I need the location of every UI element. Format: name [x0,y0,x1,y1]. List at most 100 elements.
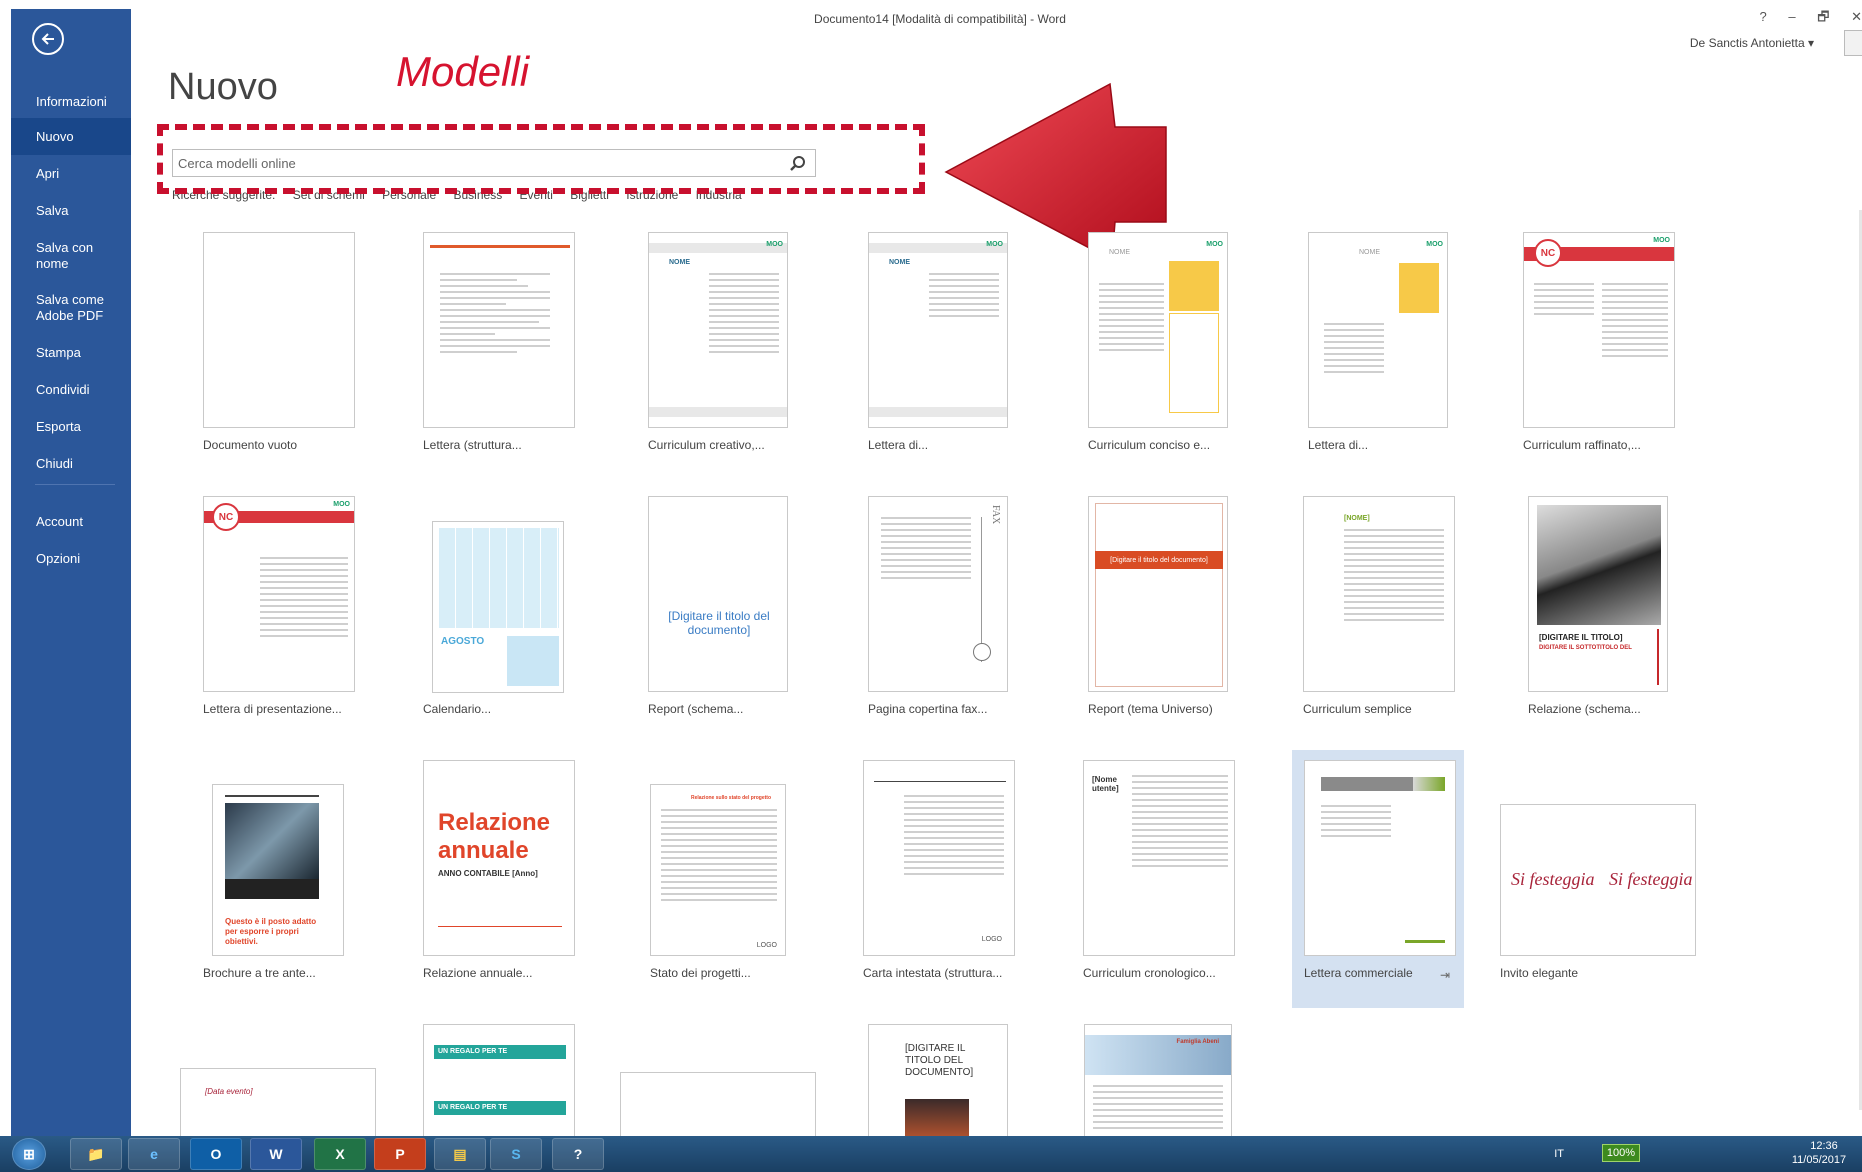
file-explorer-icon[interactable]: 📁 [70,1138,122,1170]
battery-indicator[interactable]: 100% [1601,1144,1640,1162]
template-thumbnail: [Data evento] [180,1068,376,1138]
template-lettera-struttura[interactable]: Lettera (struttura... [408,222,608,467]
template-thumbnail: NC MOO [1523,232,1675,428]
template-curriculum-semplice[interactable]: [NOME] Curriculum semplice [1288,486,1488,731]
page-title: Nuovo [168,66,278,108]
nav-chiudi[interactable]: Chiudi [11,456,131,472]
outlook-icon[interactable]: O [190,1138,242,1170]
template-thumbnail: NC MOO [203,496,355,692]
template-thumbnail: Famiglia Abeni [1084,1024,1232,1138]
restore-button[interactable]: 🗗 [1817,9,1829,24]
nav-informazioni[interactable]: Informazioni [11,92,131,112]
template-thumbnail: Questo è il posto adatto per esporre i p… [212,784,344,956]
template-label: Carta intestata (struttura... [863,966,1003,980]
clock-date[interactable]: 11/05/2017 [1784,1154,1854,1166]
word-icon[interactable]: W [250,1138,302,1170]
skype-icon[interactable]: S [490,1138,542,1170]
template-report-schema[interactable]: [Digitare il titolo del documento] Repor… [628,486,828,731]
thumb-title: [Digitare il titolo del documento] [1095,551,1223,569]
nav-condividi[interactable]: Condividi [11,382,131,398]
language-indicator[interactable]: IT [1554,1148,1564,1160]
nav-salva[interactable]: Salva [11,203,131,219]
pin-icon[interactable]: ⇥ [1440,968,1450,982]
thumb-body: [Data evento] [205,1087,253,1096]
template-thumbnail [423,232,575,428]
thumb-heading: NOME [1109,249,1130,256]
powerpoint-icon[interactable]: P [374,1138,426,1170]
template-label: Pagina copertina fax... [868,702,988,716]
template-partial-5[interactable]: Famiglia Abeni [1068,1014,1268,1138]
template-relazione-annuale[interactable]: Relazione annuale ANNO CONTABILE [Anno] … [408,750,608,995]
template-carta-intestata[interactable]: LOGO Carta intestata (struttura... [848,750,1048,995]
nav-account[interactable]: Account [11,514,131,530]
template-partial-3[interactable] [616,1014,816,1138]
template-partial-2[interactable]: UN REGALO PER TE UN REGALO PER TE [408,1014,608,1138]
excel-icon[interactable]: X [314,1138,366,1170]
back-arrow-icon[interactable] [32,23,64,55]
thumb-subtitle: ANNO CONTABILE [Anno] [438,869,538,878]
windows-taskbar: ⊞ 📁 e O W X P ▤ S ? IT 100% 12:36 11/05/… [0,1136,1862,1172]
windows-start-icon[interactable]: ⊞ [12,1138,46,1170]
folder-icon[interactable]: ▤ [434,1138,486,1170]
template-thumbnail: Relazione sullo stato del progetto LOGO [650,784,786,956]
template-label: Invito elegante [1500,966,1579,980]
minimize-button[interactable]: – [1788,9,1795,24]
annotation-dashed-box [157,124,925,194]
template-label: Lettera commerciale [1304,966,1413,980]
logo-placeholder: LOGO [756,942,777,949]
template-documento-vuoto[interactable]: Documento vuoto [188,222,388,467]
template-label: Curriculum cronologico... [1083,966,1216,980]
moo-logo: MOO [1206,241,1223,248]
template-brochure-tre-ante[interactable]: Questo è il posto adatto per esporre i p… [188,750,388,995]
template-partial-4[interactable]: [DIGITARE IL TITOLO DEL DOCUMENTO] [848,1014,1048,1138]
template-pagina-copertina-fax[interactable]: FAX Pagina copertina fax... [848,486,1048,731]
template-thumbnail [620,1072,816,1138]
template-label: Curriculum creativo,... [648,438,765,452]
moo-logo: MOO [333,501,350,508]
template-label: Calendario... [423,702,492,716]
user-account-name[interactable]: De Sanctis Antonietta ▾ [1690,36,1814,50]
template-calendario[interactable]: AGOSTO Calendario... [408,486,608,731]
thumb-title: Si festeggia [1609,869,1693,889]
template-lettera-commerciale[interactable]: Lettera commerciale ⇥ [1292,750,1464,1008]
template-curriculum-creativo[interactable]: MOO NOME Curriculum creativo,... [628,222,828,467]
template-partial-1[interactable]: [Data evento] [168,1014,388,1138]
thumb-title: [DIGITARE IL TITOLO] [1539,633,1623,642]
template-stato-progetti[interactable]: Relazione sullo stato del progetto LOGO … [628,750,828,995]
template-label: Relazione (schema... [1528,702,1641,716]
template-thumbnail: MOO NOME [868,232,1008,428]
template-thumbnail: MOO NOME [648,232,788,428]
thumb-banner: UN REGALO PER TE [434,1045,566,1059]
nav-apri[interactable]: Apri [11,166,131,182]
backstage-sidebar: Informazioni Nuovo Apri Salva Salva con … [11,9,131,1137]
nav-nuovo[interactable]: Nuovo [11,118,131,155]
template-invito-elegante[interactable]: Si festeggia Si festeggia Invito elegant… [1480,750,1696,995]
nav-esporta[interactable]: Esporta [11,419,131,435]
nav-stampa[interactable]: Stampa [11,345,131,361]
clock-time[interactable]: 12:36 [1794,1140,1854,1152]
template-curriculum-raffinato[interactable]: NC MOO Curriculum raffinato,... [1508,222,1708,467]
avatar[interactable] [1844,30,1862,56]
template-thumbnail: UN REGALO PER TE UN REGALO PER TE [423,1024,575,1138]
close-button[interactable]: ✕ [1851,9,1862,24]
template-lettera-di-1[interactable]: MOO NOME Lettera di... [848,222,1048,467]
nav-salva-con-nome[interactable]: Salva con nome [11,240,131,272]
nav-salva-adobe-pdf[interactable]: Salva come Adobe PDF [11,292,131,324]
thumb-subtitle: DIGITARE IL SOTTOTITOLO DEL [1539,645,1632,651]
help-button[interactable]: ? [1760,9,1767,24]
internet-explorer-icon[interactable]: e [128,1138,180,1170]
help-icon[interactable]: ? [552,1138,604,1170]
thumb-title: [DIGITARE IL TITOLO DEL DOCUMENTO] [905,1043,974,1078]
template-label: Lettera (struttura... [423,438,522,452]
nav-opzioni[interactable]: Opzioni [11,551,131,567]
template-relazione-schema[interactable]: [DIGITARE IL TITOLO] DIGITARE IL SOTTOTI… [1508,486,1708,731]
template-curriculum-cronologico[interactable]: [Nome utente] Curriculum cronologico... [1068,750,1268,995]
template-report-universo[interactable]: [Digitare il titolo del documento] Repor… [1068,486,1268,731]
fax-label: FAX [990,505,1001,525]
template-thumbnail: LOGO [863,760,1015,956]
template-curriculum-conciso[interactable]: NOME MOO Curriculum conciso e... [1068,222,1268,467]
thumb-title: Famiglia Abeni [1176,1039,1219,1045]
template-lettera-di-2[interactable]: NOME MOO Lettera di... [1288,222,1488,467]
template-lettera-presentazione[interactable]: NC MOO Lettera di presentazione... [188,486,388,731]
thumb-title: Relazione annuale [438,809,551,864]
